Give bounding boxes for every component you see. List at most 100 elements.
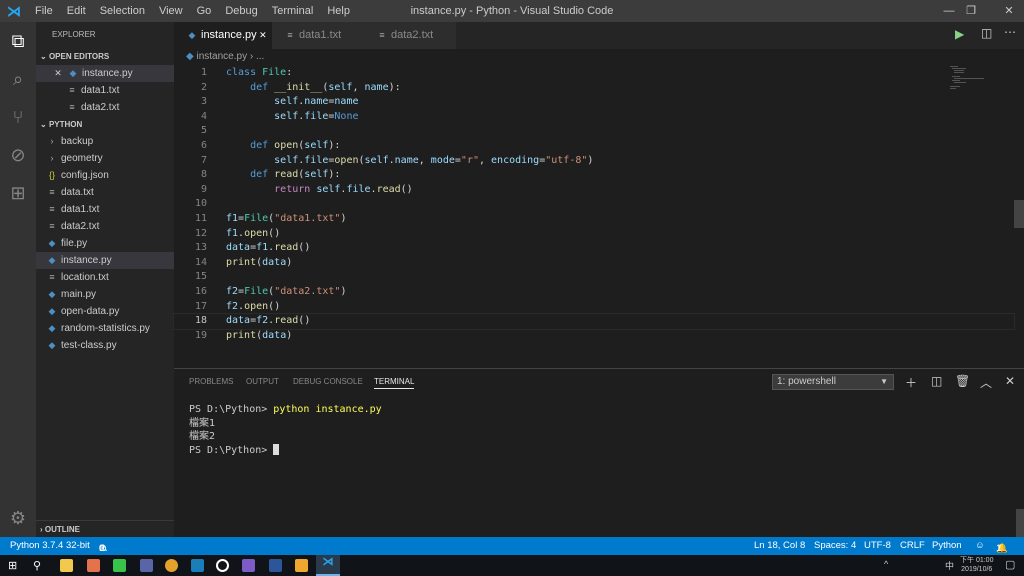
vscode-taskbar-icon[interactable]: ⋊ bbox=[316, 555, 340, 576]
ime-indicator[interactable]: 中 bbox=[945, 559, 954, 572]
menu-selection[interactable]: Selection bbox=[93, 5, 152, 17]
search-icon[interactable]: ⚲ bbox=[33, 559, 46, 572]
interpreter-selector[interactable]: Python 3.7.4 32-bit bbox=[10, 540, 90, 551]
maximize-button[interactable]: ❐ bbox=[956, 0, 986, 22]
file-item[interactable]: ≡ data.txt bbox=[36, 184, 174, 201]
notes-icon[interactable] bbox=[295, 559, 308, 572]
tab-instance-py[interactable]: ◆ instance.py ✕ bbox=[174, 22, 272, 49]
code-line[interactable]: 18 data=f2.read() bbox=[173, 313, 1015, 330]
search-icon[interactable]: ⌕ bbox=[0, 60, 36, 98]
panel-tab-debug-console[interactable]: DEBUG CONSOLE bbox=[293, 377, 363, 386]
code-line[interactable]: 1 class File: bbox=[174, 66, 1014, 81]
file-item[interactable]: ◆ instance.py bbox=[36, 252, 174, 269]
menu-go[interactable]: Go bbox=[190, 5, 219, 17]
file-item[interactable]: ≡ data2.txt bbox=[36, 218, 174, 235]
panel-tab-terminal[interactable]: TERMINAL bbox=[374, 377, 415, 389]
file-item[interactable]: ≡ location.txt bbox=[36, 269, 174, 286]
word-icon[interactable] bbox=[269, 559, 282, 572]
chrome-icon[interactable] bbox=[165, 559, 178, 572]
code-line[interactable]: 17 f2.open() bbox=[174, 300, 1014, 315]
code-line[interactable]: 10 bbox=[174, 197, 1014, 212]
code-line[interactable]: 12 f1.open() bbox=[174, 227, 1014, 242]
encoding[interactable]: UTF-8 bbox=[864, 540, 891, 551]
new-terminal-icon[interactable]: ＋ bbox=[905, 374, 917, 391]
tray-overflow-icon[interactable]: ^ bbox=[884, 559, 888, 569]
menu-view[interactable]: View bbox=[152, 5, 190, 17]
minimap[interactable] bbox=[950, 66, 995, 90]
open-editor-item[interactable]: ≡ data1.txt bbox=[36, 82, 174, 99]
obs-icon[interactable] bbox=[216, 559, 229, 572]
app-icon[interactable] bbox=[191, 559, 204, 572]
code-editor[interactable]: 1 class File: 2 def __init__(self, name): 3… bbox=[173, 66, 1015, 344]
more-actions-icon[interactable]: ⋯ bbox=[1004, 25, 1016, 39]
code-line[interactable]: 3 self.name=name bbox=[174, 95, 1014, 110]
split-terminal-icon[interactable]: ◫ bbox=[931, 374, 942, 388]
file-item[interactable]: ◆ open-data.py bbox=[36, 303, 174, 320]
folder-item[interactable]: › backup bbox=[36, 133, 174, 150]
folder-item[interactable]: › geometry bbox=[36, 150, 174, 167]
menu-edit[interactable]: Edit bbox=[60, 5, 93, 17]
debug-icon[interactable]: ⊘ bbox=[0, 136, 36, 174]
line-app-icon[interactable] bbox=[113, 559, 126, 572]
explorer-icon[interactable]: ⧉ bbox=[0, 22, 36, 60]
split-editor-icon[interactable]: ◫ bbox=[981, 26, 992, 40]
maximize-panel-icon[interactable]: ︿ bbox=[980, 374, 992, 391]
open-editor-item[interactable]: ≡ data2.txt bbox=[36, 99, 174, 116]
action-center-icon[interactable]: ▢ bbox=[1005, 558, 1015, 571]
code-line[interactable]: 14 print(data) bbox=[174, 256, 1014, 271]
code-line[interactable]: 16 f2=File("data2.txt") bbox=[174, 285, 1014, 300]
source-control-icon[interactable]: ⑂ bbox=[0, 98, 36, 136]
file-item[interactable]: ◆ random-statistics.py bbox=[36, 320, 174, 337]
app-icon[interactable] bbox=[242, 559, 255, 572]
outline-section[interactable]: › OUTLINE bbox=[36, 520, 174, 537]
code-line[interactable]: 5 bbox=[174, 124, 1014, 139]
panel-tab-output[interactable]: OUTPUT bbox=[246, 377, 279, 386]
open-editor-item[interactable]: ✕ ◆ instance.py bbox=[36, 65, 174, 82]
file-item[interactable]: ◆ main.py bbox=[36, 286, 174, 303]
terminal-select[interactable]: 1: powershell ▼ bbox=[772, 374, 894, 390]
panel-tab-problems[interactable]: PROBLEMS bbox=[189, 377, 233, 386]
open-editors-section[interactable]: ⌄ OPEN EDITORS bbox=[36, 48, 174, 65]
menu-terminal[interactable]: Terminal bbox=[265, 5, 321, 17]
editor-scrollbar[interactable] bbox=[1014, 200, 1024, 228]
windows-start-icon[interactable]: ⊞ bbox=[8, 559, 21, 572]
media-app-icon[interactable] bbox=[87, 559, 100, 572]
code-line[interactable]: 13 data=f1.read() bbox=[174, 241, 1014, 256]
file-item[interactable]: {} config.json bbox=[36, 167, 174, 184]
file-item[interactable]: ◆ file.py bbox=[36, 235, 174, 252]
language-mode[interactable]: Python bbox=[932, 540, 962, 551]
indentation[interactable]: Spaces: 4 bbox=[814, 540, 856, 551]
menu-debug[interactable]: Debug bbox=[218, 5, 264, 17]
clock[interactable]: 下午 01:00 2019/10/6 bbox=[960, 556, 993, 574]
close-icon[interactable]: ✕ bbox=[52, 65, 64, 82]
code-line[interactable]: 6 def open(self): bbox=[174, 139, 1014, 154]
close-button[interactable]: ✕ bbox=[994, 0, 1024, 22]
terminal[interactable]: PS D:\Python> python instance.py 檔案1 檔案2… bbox=[189, 403, 382, 457]
code-line[interactable]: 7 self.file=open(self.name, mode="r", en… bbox=[174, 154, 1014, 169]
code-line[interactable]: 15 bbox=[174, 270, 1014, 285]
breadcrumb-file[interactable]: instance.py bbox=[196, 51, 247, 62]
code-line[interactable]: 19 print(data) bbox=[174, 329, 1014, 344]
run-icon[interactable]: ▶ bbox=[955, 27, 964, 41]
menu-help[interactable]: Help bbox=[320, 5, 357, 17]
extensions-icon[interactable]: ⊞ bbox=[0, 174, 36, 212]
tab-data2-txt[interactable]: ≡ data2.txt bbox=[364, 22, 456, 49]
file-explorer-icon[interactable] bbox=[60, 559, 73, 572]
file-item[interactable]: ◆ test-class.py bbox=[36, 337, 174, 354]
code-line[interactable]: 4 self.file=None bbox=[174, 110, 1014, 125]
line-ending[interactable]: CRLF bbox=[900, 540, 925, 551]
discord-icon[interactable] bbox=[140, 559, 153, 572]
trash-icon[interactable]: 🗑 bbox=[955, 374, 970, 388]
code-line[interactable]: 11 f1=File("data1.txt") bbox=[174, 212, 1014, 227]
close-tab-icon[interactable]: ✕ bbox=[257, 30, 267, 40]
cursor-position[interactable]: Ln 18, Col 8 bbox=[754, 540, 805, 551]
tab-data1-txt[interactable]: ≡ data1.txt bbox=[272, 22, 364, 49]
code-line[interactable]: 8 def read(self): bbox=[174, 168, 1014, 183]
breadcrumb-more[interactable]: ... bbox=[256, 51, 264, 62]
settings-gear-icon[interactable]: ⚙ bbox=[0, 499, 36, 537]
feedback-smiley-icon[interactable]: ☺ bbox=[975, 540, 985, 551]
close-panel-icon[interactable]: ✕ bbox=[1005, 374, 1015, 388]
python-folder-section[interactable]: ⌄ PYTHON bbox=[36, 116, 174, 133]
file-item[interactable]: ≡ data1.txt bbox=[36, 201, 174, 218]
code-line[interactable]: 2 def __init__(self, name): bbox=[174, 81, 1014, 96]
